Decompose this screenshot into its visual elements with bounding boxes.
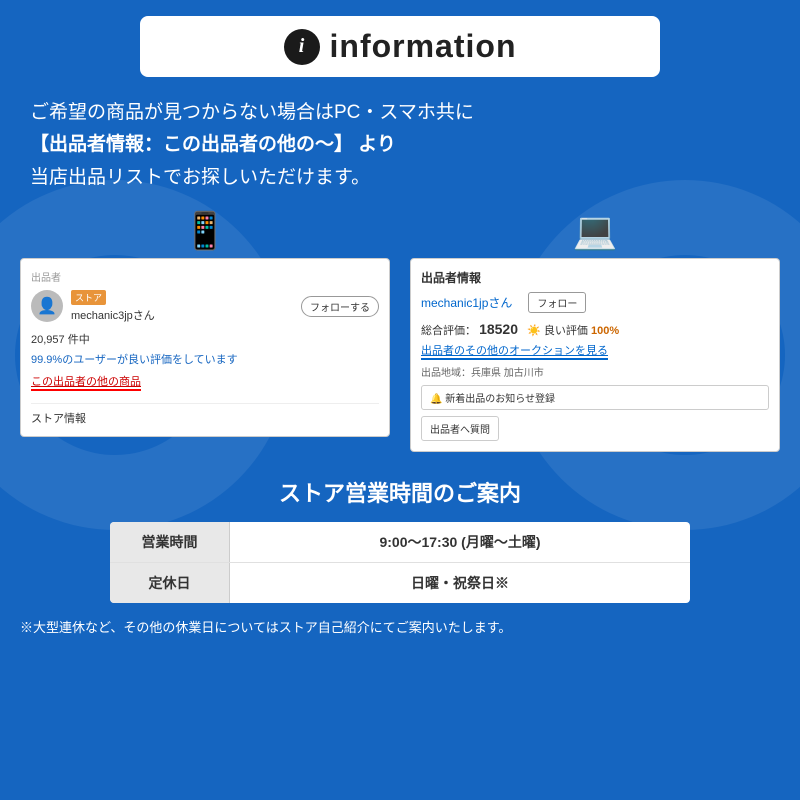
mobile-divider: [31, 403, 379, 404]
mobile-seller-row: 👤 ストア mechanic3jpさん フォローする: [31, 290, 379, 323]
pc-rating-num: 18520: [479, 321, 518, 337]
mobile-store-badge: ストア: [71, 290, 106, 305]
pc-auction-link[interactable]: 出品者のその他のオークションを見る: [421, 342, 608, 360]
pc-notify-btn[interactable]: 🔔 新着出品のお知らせ登録: [421, 385, 769, 410]
mobile-screenshot: 出品者 👤 ストア mechanic3jpさん フォローする 20,957 件中…: [20, 258, 390, 437]
mobile-stats2: 99.9%のユーザーが良い評価をしています: [31, 351, 379, 367]
hours-table: 営業時間 9:00〜17:30 (月曜〜土曜) 定休日 日曜・祝祭日※: [110, 522, 690, 603]
desc-line3: 当店出品リストでお探しいただけます。: [30, 162, 770, 194]
mobile-store-info: ストア情報: [31, 410, 379, 426]
pc-good-label: 良い評価: [544, 325, 588, 337]
hours-value-1: 日曜・祝祭日※: [230, 563, 690, 603]
pc-rating-label: 総合評価：: [421, 325, 476, 337]
mobile-section-label: 出品者: [31, 269, 379, 284]
mobile-other-items-link[interactable]: この出品者の他の商品: [31, 373, 141, 391]
hours-note: ※大型連休など、その他の休業日についてはストア自己紹介にてご案内いたします。: [20, 617, 780, 636]
hours-label-1: 定休日: [110, 563, 230, 603]
mobile-follow-btn[interactable]: フォローする: [301, 296, 379, 317]
description-block: ご希望の商品が見つからない場合はPC・スマホ共に 【出品者情報：この出品者の他の…: [20, 97, 780, 194]
hours-row-1: 定休日 日曜・祝祭日※: [110, 563, 690, 603]
hours-value-0: 9:00〜17:30 (月曜〜土曜): [230, 522, 690, 562]
pc-location: 出品地域：兵庫県 加古川市: [421, 364, 769, 379]
pc-icon: 💻: [573, 210, 618, 252]
main-container: i information ご希望の商品が見つからない場合はPC・スマホ共に 【…: [0, 0, 800, 652]
pc-follow-btn[interactable]: フォロー: [528, 292, 586, 313]
pc-col: 💻 出品者情報 mechanic1jpさん フォロー 総合評価： 18520 ☀…: [410, 210, 780, 452]
store-hours-section: ストア営業時間のご案内 営業時間 9:00〜17:30 (月曜〜土曜) 定休日 …: [20, 476, 780, 636]
desc-line2: 【出品者情報：この出品者の他の〜】 より: [30, 129, 770, 161]
pc-seller-name: mechanic1jpさん: [421, 294, 512, 311]
mobile-seller-info: ストア mechanic3jpさん: [71, 290, 155, 323]
info-icon: i: [284, 29, 320, 65]
pc-question-btn[interactable]: 出品者へ質問: [421, 416, 499, 441]
hours-label-0: 営業時間: [110, 522, 230, 562]
info-title: information: [330, 28, 517, 65]
info-header: i information: [140, 16, 660, 77]
pc-screenshot: 出品者情報 mechanic1jpさん フォロー 総合評価： 18520 ☀️ …: [410, 258, 780, 452]
screenshots-area: 📱 出品者 👤 ストア mechanic3jpさん フォローする 20,957 …: [20, 210, 780, 452]
mobile-icon: 📱: [183, 210, 228, 252]
mobile-seller-name: mechanic3jpさん: [71, 307, 155, 323]
desc-line1: ご希望の商品が見つからない場合はPC・スマホ共に: [30, 97, 770, 129]
mobile-avatar: 👤: [31, 290, 63, 322]
mobile-col: 📱 出品者 👤 ストア mechanic3jpさん フォローする 20,957 …: [20, 210, 390, 437]
pc-section-label: 出品者情報: [421, 269, 769, 286]
pc-rating-row: 総合評価： 18520 ☀️ 良い評価 100%: [421, 321, 769, 338]
hours-row-0: 営業時間 9:00〜17:30 (月曜〜土曜): [110, 522, 690, 563]
pc-seller-row: mechanic1jpさん フォロー: [421, 292, 769, 313]
pc-good-pct: 100%: [591, 325, 619, 337]
mobile-stats1: 20,957 件中: [31, 331, 379, 347]
store-hours-title: ストア営業時間のご案内: [20, 476, 780, 508]
